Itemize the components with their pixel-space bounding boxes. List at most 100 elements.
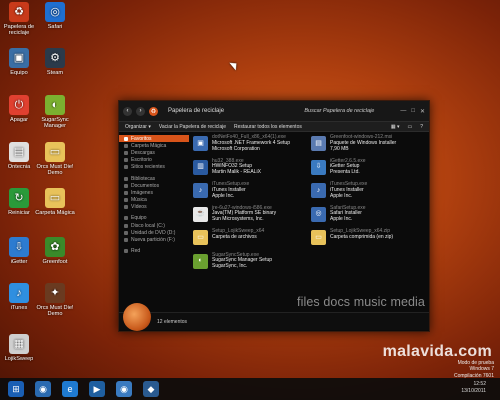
view-options-icon[interactable]: ▦ ▾ bbox=[391, 124, 400, 130]
itunes-icon: ♪ bbox=[9, 283, 29, 303]
file-item[interactable]: ◎ SafariSetup.exe Safari Installer Apple In… bbox=[311, 205, 425, 229]
nav-item-label: Documentos bbox=[131, 182, 160, 189]
nav-item[interactable]: Escritorio bbox=[119, 157, 189, 164]
power-icon: ⏻ bbox=[9, 95, 29, 115]
nav-item[interactable]: Vídeos bbox=[119, 204, 189, 211]
file-sub: 7,90 MB bbox=[330, 145, 349, 152]
nav-item-label: Red bbox=[131, 248, 141, 255]
nav-item[interactable]: Red bbox=[119, 248, 189, 255]
explorer-icon[interactable]: ◉ bbox=[35, 381, 51, 397]
back-arrow-icon[interactable]: ‹ bbox=[123, 106, 132, 116]
itunes-setup-icon: ♪ bbox=[311, 183, 326, 198]
desktop-icon[interactable]: ▦ LojikSweep bbox=[0, 334, 40, 362]
desktop-icon[interactable]: ✿ Greenfoot bbox=[34, 237, 76, 265]
close-icon[interactable]: ✕ bbox=[420, 108, 425, 115]
nav-item[interactable]: Disco local (C:) bbox=[119, 222, 189, 229]
nav-item-label: Escritorio bbox=[131, 157, 152, 164]
desktop-icon[interactable]: ◎ Safari bbox=[34, 2, 76, 30]
empty-recycle-bin-button[interactable]: Vaciar la Papelera de reciclaje bbox=[159, 124, 226, 130]
file-sub: Microsoft Corporation bbox=[212, 145, 260, 152]
maximize-icon[interactable]: □ bbox=[411, 108, 415, 115]
restore-all-button[interactable]: Restaurar todos los elementos bbox=[234, 124, 302, 130]
desktop-icon[interactable]: ✦ Orcs Must Die! Demo bbox=[34, 283, 76, 318]
nav-item-icon bbox=[124, 143, 128, 148]
installer-icon: ▣ bbox=[193, 136, 208, 151]
address-path[interactable]: Papelera de reciclaje bbox=[162, 108, 300, 114]
safari-setup-icon: ◎ bbox=[311, 206, 326, 222]
nav-item[interactable]: Música bbox=[119, 197, 189, 204]
file-item[interactable]: ▤ Greenfoot-windows-212.msi Paquete de Win… bbox=[311, 134, 425, 158]
nav-item-label: Favoritos bbox=[131, 135, 152, 142]
file-item[interactable]: ◐ SugarSyncSetup.exe SugarSync Manager Set… bbox=[193, 252, 307, 276]
minimize-icon[interactable]: — bbox=[400, 108, 406, 115]
file-item[interactable]: ▭ Setup_LojikSweep_x64.zip Carpeta comprim… bbox=[311, 228, 425, 252]
nav-item-icon bbox=[124, 230, 128, 235]
file-item[interactable]: ⇩ iGetter2.6.5.exe iGetter Setup Presenta L… bbox=[311, 158, 425, 182]
nav-item-icon bbox=[124, 183, 128, 188]
taskbar: ⊞ ◉ e ▶ ◉ ◆ 12:52 13/10/2011 bbox=[0, 378, 500, 400]
nav-item[interactable]: Bibliotecas bbox=[119, 175, 189, 182]
recycle-bin-icon: ♻ bbox=[9, 2, 29, 22]
java-icon: ☕ bbox=[193, 206, 208, 222]
hwinfo-icon: ▥ bbox=[193, 159, 208, 175]
system-tray-clock[interactable]: 12:52 13/10/2011 bbox=[461, 381, 486, 394]
nav-item-icon bbox=[124, 205, 128, 210]
file-item[interactable]: ▭ Setup_LojikSweep_x64 Carpeta de archivos bbox=[193, 228, 307, 252]
desktop-icon-label: Carpeta Mágica bbox=[35, 210, 75, 216]
nav-item-label: Vídeos bbox=[131, 204, 147, 211]
library-watermark: files docs music media bbox=[297, 295, 425, 309]
file-sub: Apple Inc. bbox=[330, 192, 353, 199]
nav-item-label: Unidad de DVD (D:) bbox=[131, 229, 176, 236]
nav-item[interactable]: Favoritos bbox=[119, 135, 189, 143]
nav-item-label: Nueva partición (F:) bbox=[131, 237, 175, 244]
lojiksweep-icon: ▦ bbox=[9, 334, 29, 354]
media-player-icon[interactable]: ▶ bbox=[89, 381, 105, 397]
nav-item[interactable]: Unidad de DVD (D:) bbox=[119, 229, 189, 236]
nav-item[interactable]: Equipo bbox=[119, 215, 189, 222]
item-count: 12 elementos bbox=[157, 318, 188, 325]
desktop-icon[interactable]: ⚙ Steam bbox=[34, 48, 76, 76]
computer-icon: ▣ bbox=[9, 48, 29, 68]
nav-item-label: Música bbox=[131, 197, 147, 204]
desktop-icon-label: Orcs Must Die! Demo bbox=[36, 164, 74, 177]
nav-item[interactable]: Imágenes bbox=[119, 189, 189, 196]
title-bar: ‹ › ♻ Papelera de reciclaje Buscar Papel… bbox=[119, 101, 429, 121]
folder-icon: ▭ bbox=[193, 230, 208, 245]
mouse-cursor-icon bbox=[229, 59, 240, 71]
nav-item-label: Imágenes bbox=[131, 189, 153, 196]
toolbar: Organizar ▾ Vaciar la Papelera de recicl… bbox=[119, 121, 429, 132]
nav-item[interactable]: Nueva partición (F:) bbox=[119, 236, 189, 243]
explorer-window: ‹ › ♻ Papelera de reciclaje Buscar Papel… bbox=[118, 100, 430, 332]
steam-icon: ⚙ bbox=[45, 48, 65, 68]
help-icon[interactable]: ? bbox=[420, 124, 423, 130]
file-item[interactable]: ▣ dotNetFx40_Full_x86_x64(1).exe Microsoft… bbox=[193, 134, 307, 158]
nav-item-icon bbox=[124, 158, 128, 163]
desktop-icon[interactable]: ◐ SugarSync Manager bbox=[34, 95, 76, 130]
nav-item[interactable]: Carpeta Mágica bbox=[119, 142, 189, 149]
safari-icon: ◎ bbox=[45, 2, 65, 22]
desktop-icon[interactable]: ▭ Carpeta Mágica bbox=[34, 188, 76, 216]
file-desc: Carpeta de archivos bbox=[212, 233, 257, 240]
preview-pane-icon[interactable]: ▭ bbox=[407, 124, 412, 130]
igetter-setup-icon: ⇩ bbox=[311, 159, 326, 175]
explorer-icon[interactable]: ◉ bbox=[116, 381, 132, 397]
file-item[interactable]: ♪ iTunesSetup.exe iTunes Installer Apple In… bbox=[193, 181, 307, 205]
brand-watermark: malavida.com bbox=[382, 343, 492, 360]
nav-item-label: Descargas bbox=[131, 149, 155, 156]
desktop-icon[interactable]: ▭ Orcs Must Die! Demo bbox=[34, 142, 76, 177]
organize-button[interactable]: Organizar ▾ bbox=[125, 124, 151, 130]
ie-icon[interactable]: e bbox=[62, 381, 78, 397]
forward-arrow-icon[interactable]: › bbox=[136, 106, 145, 116]
search-input[interactable]: Buscar Papelera de reciclaje bbox=[304, 108, 396, 114]
app-icon[interactable]: ◆ bbox=[143, 381, 159, 397]
nav-item[interactable]: Descargas bbox=[119, 149, 189, 156]
nav-item[interactable]: Documentos bbox=[119, 182, 189, 189]
desktop-icon-label: Orcs Must Die! Demo bbox=[36, 305, 74, 318]
nav-item[interactable]: Sitios recientes bbox=[119, 164, 189, 171]
file-item[interactable]: ♪ iTunesSetup.exe iTunes Installer Apple In… bbox=[311, 181, 425, 205]
desktop-icon-label: Steam bbox=[46, 70, 64, 76]
nav-item-icon bbox=[124, 223, 128, 228]
file-item[interactable]: ☕ jre-6u27-windows-i586.exe Java(TM) Platf… bbox=[193, 205, 307, 229]
file-item[interactable]: ▥ hu32_388.exe HWiNFO32 Setup Martin Malik … bbox=[193, 158, 307, 182]
start-icon[interactable]: ⊞ bbox=[8, 381, 24, 397]
